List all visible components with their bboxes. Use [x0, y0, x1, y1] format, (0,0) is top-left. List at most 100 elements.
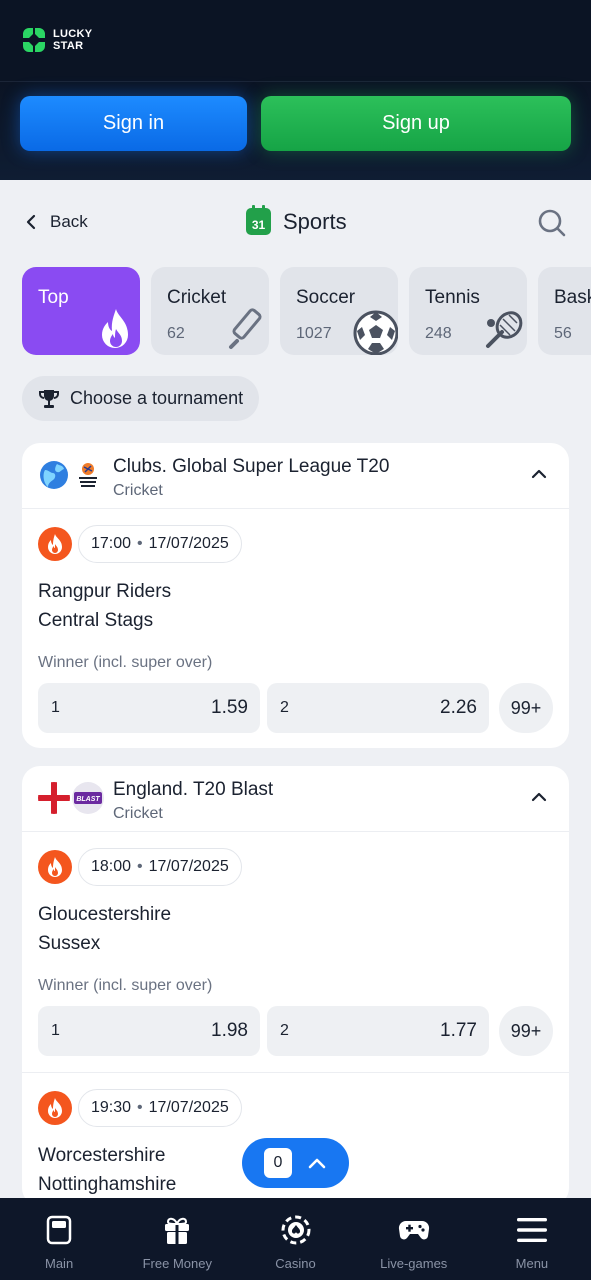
nav-casino[interactable]: Casino [236, 1198, 354, 1280]
event-time: 19:30 [91, 1099, 132, 1116]
cricket-bat-icon [229, 308, 262, 349]
nav-label: Main [45, 1256, 74, 1271]
betslip-count: 0 [264, 1148, 292, 1178]
england-flag-icon [38, 782, 70, 814]
team-home: Rangpur Riders [38, 581, 172, 602]
category-label: Top [38, 287, 69, 308]
betslip-button[interactable]: 0 [242, 1138, 349, 1188]
trophy-icon [39, 389, 59, 408]
sign-up-button[interactable]: Sign up [261, 96, 571, 151]
odds-button-2[interactable]: 2 2.26 [267, 683, 489, 733]
lucky-star-logo[interactable]: LUCKY STAR [20, 26, 92, 54]
league-logos: BLAST [38, 782, 104, 814]
odds-outcome: 2 [280, 699, 289, 716]
team-away: Nottinghamshire [38, 1174, 177, 1195]
market-name: Winner (incl. super over) [38, 977, 213, 994]
league-header[interactable]: Clubs. Global Super League T20 Cricket [22, 443, 569, 509]
page-title: 31 Sports [246, 205, 347, 235]
league-sport: Cricket [113, 482, 163, 499]
league-header[interactable]: BLAST England. T20 Blast Cricket [22, 766, 569, 832]
category-count: 1027 [296, 325, 332, 342]
team-home: Worcestershire [38, 1145, 166, 1166]
event-time-pill: 19:30 • 17/07/2025 [78, 1089, 242, 1127]
hot-event-icon [38, 1091, 72, 1125]
nav-label: Free Money [142, 1256, 212, 1271]
odds-button-2[interactable]: 2 1.77 [267, 1006, 489, 1056]
event-date: 17/07/2025 [148, 858, 229, 875]
league-title: England. T20 Blast [113, 779, 274, 800]
odds-button-1[interactable]: 1 1.59 [38, 683, 260, 733]
choose-tournament-button[interactable]: Choose a tournament [22, 376, 260, 421]
chevron-up-icon[interactable] [531, 469, 547, 479]
category-count: 62 [167, 325, 185, 342]
category-cricket[interactable]: Cricket 62 [151, 267, 269, 355]
separator-dot: • [137, 535, 143, 552]
tennis-racket-icon [486, 311, 523, 348]
odds-button-1[interactable]: 1 1.98 [38, 1006, 260, 1056]
category-label: Bask [554, 287, 591, 308]
category-label: Tennis [425, 287, 480, 308]
more-markets-button[interactable]: 99+ [499, 1006, 553, 1056]
more-markets-button[interactable]: 99+ [499, 683, 553, 733]
odds-value: 1.59 [211, 697, 248, 718]
odds-outcome: 1 [51, 1022, 60, 1039]
casino-chip-icon [281, 1214, 311, 1246]
logo-line-2: STAR [53, 40, 84, 52]
globe-icon [38, 459, 70, 491]
auth-bar: Sign in Sign up [0, 82, 591, 180]
odds-value: 1.98 [211, 1020, 248, 1041]
category-tennis[interactable]: Tennis 248 [409, 267, 527, 355]
nav-label: Live-games [380, 1256, 448, 1271]
league-title: Clubs. Global Super League T20 [113, 456, 390, 477]
event-time: 17:00 [91, 535, 132, 552]
hot-event-icon [38, 850, 72, 884]
odds-value: 2.26 [440, 697, 477, 718]
main-icon [46, 1214, 72, 1246]
league-card: Clubs. Global Super League T20 Cricket 1… [22, 443, 569, 748]
t20-blast-logo: BLAST [72, 782, 104, 814]
separator-dot: • [137, 858, 143, 875]
bottom-navigation: Main Free Money Casino Live-games Menu [0, 1198, 591, 1280]
category-basketball[interactable]: Bask 56 [538, 267, 591, 355]
category-count: 248 [425, 325, 452, 342]
nav-label: Casino [275, 1256, 316, 1271]
back-label: Back [50, 212, 88, 231]
category-soccer[interactable]: Soccer 1027 [280, 267, 398, 355]
odds-outcome: 2 [280, 1022, 289, 1039]
nav-free-money[interactable]: Free Money [118, 1198, 236, 1280]
category-top[interactable]: Top [22, 267, 140, 355]
category-label: Soccer [296, 287, 356, 308]
calendar-icon: 31 [246, 205, 271, 235]
chevron-up-icon[interactable] [531, 792, 547, 802]
event-time-pill: 17:00 • 17/07/2025 [78, 525, 242, 563]
nav-live-games[interactable]: Live-games [355, 1198, 473, 1280]
nav-label: Menu [515, 1256, 549, 1271]
team-home: Gloucestershire [38, 904, 172, 925]
event-row[interactable]: 18:00 • 17/07/2025 Gloucestershire Susse… [22, 832, 569, 1073]
hot-event-icon [38, 527, 72, 561]
event-date: 17/07/2025 [148, 1099, 229, 1116]
event-date: 17/07/2025 [148, 535, 229, 552]
gamepad-icon [398, 1214, 430, 1246]
search-icon[interactable] [537, 208, 567, 238]
top-bar: LUCKY STAR [0, 0, 591, 82]
category-label: Cricket [167, 287, 227, 308]
logo-text: LUCKY STAR [53, 28, 92, 52]
category-count: 56 [554, 325, 572, 342]
gift-icon [163, 1214, 191, 1246]
logo-line-1: LUCKY [53, 28, 93, 40]
separator-dot: • [137, 1099, 143, 1116]
chevron-left-icon [26, 214, 36, 230]
back-button[interactable]: Back [26, 212, 88, 232]
hamburger-icon [516, 1214, 548, 1246]
event-row[interactable]: 17:00 • 17/07/2025 Rangpur Riders Centra… [22, 509, 569, 748]
sign-in-button[interactable]: Sign in [20, 96, 247, 151]
team-away: Sussex [38, 933, 101, 954]
nav-menu[interactable]: Menu [473, 1198, 591, 1280]
market-name: Winner (incl. super over) [38, 654, 213, 671]
nav-main[interactable]: Main [0, 1198, 118, 1280]
event-time-pill: 18:00 • 17/07/2025 [78, 848, 242, 886]
svg-text:BLAST: BLAST [76, 796, 100, 803]
flame-icon [102, 309, 128, 348]
choose-tournament-label: Choose a tournament [70, 388, 244, 408]
